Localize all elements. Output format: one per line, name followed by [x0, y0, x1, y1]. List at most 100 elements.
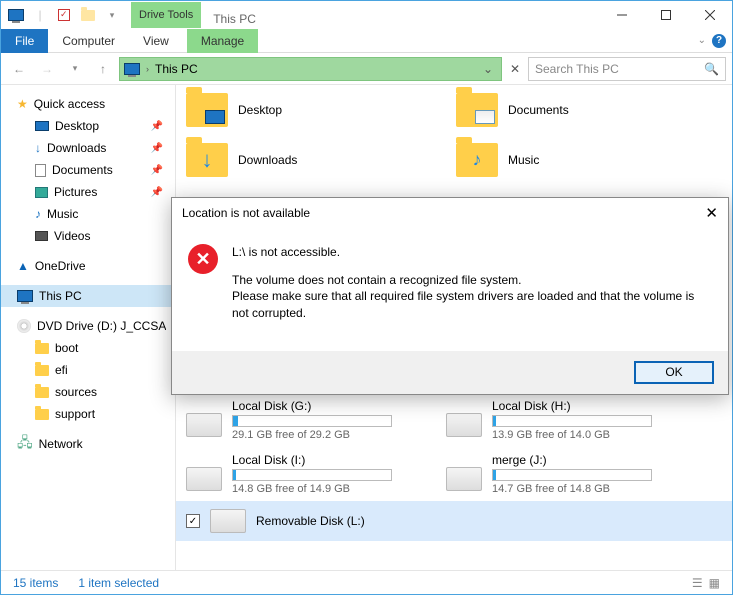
nav-pictures[interactable]: Pictures📌	[1, 181, 175, 203]
nav-efi[interactable]: efi	[1, 359, 175, 381]
cloud-icon: ▲	[17, 259, 29, 273]
tab-view[interactable]: View	[129, 29, 183, 53]
qat-dropdown-icon[interactable]: ▾	[101, 4, 123, 26]
pictures-icon	[35, 187, 48, 198]
drive-icon	[446, 413, 482, 437]
nav-documents[interactable]: Documents📌	[1, 159, 175, 181]
tab-manage[interactable]: Manage	[187, 29, 258, 53]
address-bar-row: ← → ▾ ↑ › This PC ⌄ ✕ Search This PC 🔍	[1, 53, 732, 85]
drive-l-removable[interactable]: ✓ Removable Disk (L:)	[176, 501, 732, 541]
nav-quick-access[interactable]: ★Quick access	[1, 93, 175, 115]
pc-icon	[17, 290, 33, 302]
folder-icon	[35, 409, 49, 420]
tab-file[interactable]: File	[1, 29, 48, 53]
maximize-button[interactable]	[644, 1, 688, 29]
nav-videos[interactable]: Videos	[1, 225, 175, 247]
nav-dvd-drive[interactable]: DVD Drive (D:) J_CCSA	[1, 315, 175, 337]
folder-icon	[186, 93, 228, 127]
large-icons-view-icon[interactable]: ▦	[709, 576, 720, 590]
drive-i[interactable]: Local Disk (I:) 14.8 GB free of 14.9 GB	[186, 453, 416, 495]
window-title: This PC	[201, 10, 268, 28]
refresh-button[interactable]: ✕	[506, 57, 524, 81]
pin-icon: 📌	[151, 165, 163, 176]
back-button[interactable]: ←	[7, 57, 31, 81]
pin-icon: 📌	[151, 187, 163, 198]
drive-j[interactable]: merge (J:) 14.7 GB free of 14.8 GB	[446, 453, 676, 495]
capacity-bar	[232, 469, 392, 481]
titlebar: | ✓ ▾ Drive Tools This PC	[1, 1, 732, 29]
nav-music[interactable]: ♪Music	[1, 203, 175, 225]
folder-icon	[35, 387, 49, 398]
address-bar[interactable]: › This PC ⌄	[119, 57, 502, 81]
videos-icon	[35, 231, 48, 241]
status-item-count: 15 items	[13, 576, 58, 590]
help-icon[interactable]: ?	[712, 34, 726, 48]
dialog-close-button[interactable]: ✕	[705, 204, 718, 222]
ribbon: File Computer View Manage ⌄ ?	[1, 29, 732, 53]
drive-h[interactable]: Local Disk (H:) 13.9 GB free of 14.0 GB	[446, 399, 676, 441]
nav-network[interactable]: 🖧Network	[1, 433, 175, 455]
folder-documents[interactable]: Documents	[456, 93, 676, 127]
nav-support[interactable]: support	[1, 403, 175, 425]
error-icon: ✕	[188, 244, 218, 274]
folder-desktop[interactable]: Desktop	[186, 93, 406, 127]
ribbon-expand-icon[interactable]: ⌄	[698, 35, 706, 46]
qat-separator: |	[29, 4, 51, 26]
nav-sources[interactable]: sources	[1, 381, 175, 403]
drive-icon	[446, 467, 482, 491]
location-icon	[124, 63, 140, 75]
pin-icon: 📌	[151, 121, 163, 132]
contextual-tab-drive-tools[interactable]: Drive Tools	[131, 2, 201, 28]
breadcrumb-chevron-icon[interactable]: ›	[146, 64, 149, 74]
pin-icon: 📌	[151, 143, 163, 154]
tab-computer[interactable]: Computer	[48, 29, 129, 53]
status-selected-count: 1 item selected	[78, 576, 159, 590]
drive-icon	[186, 467, 222, 491]
desktop-icon	[35, 121, 49, 131]
nav-onedrive[interactable]: ▲OneDrive	[1, 255, 175, 277]
nav-downloads[interactable]: ↓Downloads📌	[1, 137, 175, 159]
folder-icon: ♪	[456, 143, 498, 177]
network-icon: 🖧	[17, 432, 33, 456]
quick-access-toolbar: | ✓ ▾	[1, 4, 127, 26]
music-icon: ♪	[35, 207, 41, 221]
error-dialog: Location is not available ✕ ✕ L:\ is not…	[171, 197, 729, 395]
folder-icon	[35, 365, 49, 376]
address-dropdown-icon[interactable]: ⌄	[479, 62, 497, 76]
dialog-message-2: The volume does not contain a recognized…	[232, 272, 712, 321]
nav-boot[interactable]: boot	[1, 337, 175, 359]
status-bar: 15 items 1 item selected ☰ ▦	[1, 570, 732, 594]
capacity-bar	[492, 415, 652, 427]
disc-icon	[17, 319, 31, 333]
forward-button[interactable]: →	[35, 57, 59, 81]
capacity-bar	[232, 415, 392, 427]
search-input[interactable]: Search This PC 🔍	[528, 57, 726, 81]
recent-locations-icon[interactable]: ▾	[63, 57, 87, 81]
new-folder-icon[interactable]	[77, 4, 99, 26]
ok-button[interactable]: OK	[634, 361, 714, 384]
checkbox[interactable]: ✓	[186, 514, 200, 528]
app-icon[interactable]	[5, 4, 27, 26]
drive-g[interactable]: Local Disk (G:) 29.1 GB free of 29.2 GB	[186, 399, 416, 441]
folder-icon	[456, 93, 498, 127]
documents-icon	[35, 164, 46, 177]
up-button[interactable]: ↑	[91, 57, 115, 81]
nav-this-pc[interactable]: This PC	[1, 285, 175, 307]
search-icon: 🔍	[704, 62, 719, 76]
properties-icon[interactable]: ✓	[53, 4, 75, 26]
details-view-icon[interactable]: ☰	[692, 576, 703, 590]
capacity-bar	[492, 469, 652, 481]
folder-icon: ↓	[186, 143, 228, 177]
nav-desktop[interactable]: Desktop📌	[1, 115, 175, 137]
breadcrumb[interactable]: This PC	[155, 62, 198, 76]
minimize-button[interactable]	[600, 1, 644, 29]
folder-music[interactable]: ♪ Music	[456, 143, 676, 177]
drive-icon	[186, 413, 222, 437]
close-button[interactable]	[688, 1, 732, 29]
folder-downloads[interactable]: ↓ Downloads	[186, 143, 406, 177]
star-icon: ★	[17, 97, 28, 111]
drive-icon	[210, 509, 246, 533]
navigation-pane: ★Quick access Desktop📌 ↓Downloads📌 Docum…	[1, 85, 176, 570]
downloads-icon: ↓	[35, 141, 41, 155]
dialog-title: Location is not available	[182, 206, 310, 220]
